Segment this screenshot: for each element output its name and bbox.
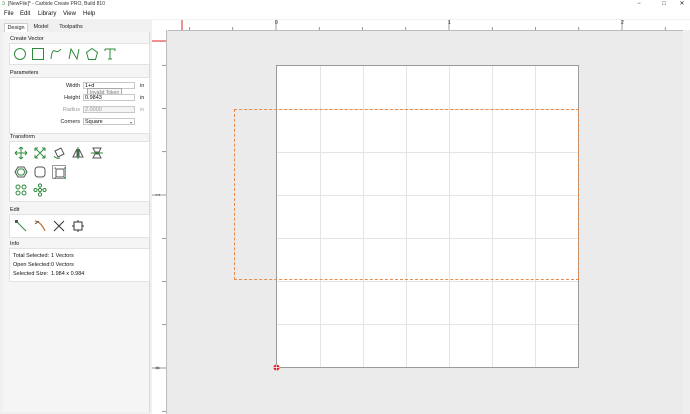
text-icon[interactable] (103, 47, 117, 61)
create-vector-label: Create Vector (10, 36, 44, 42)
left-panel: Design Model Toolpaths Create Vector Par… (0, 20, 150, 414)
radius-input: 2.0000 (83, 106, 135, 113)
horizontal-ruler: 0 1 2 (168, 20, 690, 31)
canvas-scrollbar[interactable] (683, 30, 690, 414)
info-label: Info (10, 241, 20, 247)
ruler-corner (152, 20, 168, 30)
transform-group-extra (9, 181, 150, 202)
menu-view[interactable]: View (63, 10, 76, 18)
grid-line (277, 281, 578, 282)
mirror-icon[interactable] (71, 146, 85, 160)
selected-size-label: Selected Size: (13, 271, 49, 277)
ruler-label-v-0: 0 (155, 366, 162, 370)
app-logo-icon: ↄ (2, 1, 5, 7)
chevron-down-icon: ▾ (129, 120, 132, 125)
close-button[interactable]: ✕ (675, 0, 689, 9)
open-selected-label: Open Selected: (13, 262, 51, 268)
corners-label: Corners (60, 119, 80, 125)
parameters-label: Parameters (10, 70, 39, 76)
width-label: Width (65, 83, 80, 89)
parameters-group: Width 1+d in Invalid Token Height 0.9843… (9, 77, 150, 134)
menu-bar: File Edit Library View Help (0, 9, 690, 19)
radius-unit: in (140, 107, 145, 113)
title-bar: ↄ [NewFile]* - Carbide Create PRO, Build… (0, 0, 690, 9)
minimize-button[interactable]: − (632, 0, 646, 9)
vertical-ruler: 1 0 (152, 30, 167, 414)
create-vector-group (9, 43, 150, 65)
move-icon[interactable] (14, 146, 28, 160)
maximize-button[interactable]: □ (657, 0, 671, 9)
info-open-selected: Open Selected: 0 Vectors (13, 262, 74, 268)
radius-label: Radius (62, 107, 80, 113)
ruler-label-v-1: 1 (155, 193, 162, 197)
menu-edit[interactable]: Edit (20, 10, 30, 18)
design-canvas[interactable]: 0 1 2 1 0 (152, 20, 690, 414)
circular-array-icon[interactable] (33, 183, 47, 197)
node-edit-icon[interactable] (14, 219, 28, 233)
curve-icon[interactable] (49, 47, 63, 61)
origin-marker-icon (273, 364, 280, 371)
tab-model[interactable]: Model (30, 23, 52, 32)
offset-icon[interactable] (14, 165, 28, 179)
menu-help[interactable]: Help (83, 10, 95, 18)
ruler-label-h-0: 0 (275, 20, 278, 26)
edit-group (9, 214, 150, 238)
linear-array-icon[interactable] (14, 183, 28, 197)
align-icon[interactable] (90, 146, 104, 160)
menu-file[interactable]: File (4, 10, 14, 18)
selected-size-value: 1.984 x 0.984 (51, 271, 85, 277)
trim-icon[interactable] (33, 219, 47, 233)
total-selected-value: 1 Vectors (51, 253, 74, 259)
transform-group (9, 141, 150, 183)
height-label: Height (64, 95, 80, 101)
corners-select-value: Square (85, 119, 103, 125)
scale-icon[interactable] (33, 146, 47, 160)
fillet-icon[interactable] (33, 165, 47, 179)
circle-icon[interactable] (13, 47, 27, 61)
menu-library[interactable]: Library (38, 10, 56, 18)
transform-label: Transform (10, 134, 35, 140)
rotate-icon[interactable] (52, 146, 66, 160)
rectangle-icon[interactable] (31, 47, 45, 61)
ruler-label-h-1: 1 (448, 20, 451, 26)
open-selected-value: 0 Vectors (51, 262, 74, 268)
total-selected-label: Total Selected: (13, 253, 50, 259)
join-icon[interactable] (71, 219, 85, 233)
horizontal-ruler-ticks (181, 20, 666, 30)
cut-icon[interactable] (52, 219, 66, 233)
info-selected-size: Selected Size: 1.984 x 0.984 (13, 271, 84, 277)
vertical-ruler-ticks (152, 40, 166, 412)
corners-select[interactable]: Square ▾ (83, 118, 135, 125)
selected-vector-rectangle[interactable] (234, 109, 579, 280)
tab-toolpaths[interactable]: Toolpaths (56, 23, 86, 32)
grid-line (277, 324, 578, 325)
window-title: [NewFile]* - Carbide Create PRO, Build 8… (8, 1, 105, 7)
ruler-label-h-2: 2 (621, 20, 624, 26)
boundary-icon[interactable] (52, 165, 66, 179)
polygon-icon[interactable] (85, 47, 99, 61)
width-unit: in (140, 83, 145, 89)
height-unit: in (140, 95, 145, 101)
edit-label: Edit (10, 207, 20, 213)
height-input[interactable]: 0.9843 (83, 94, 135, 101)
design-panel: Create Vector Parameters Width 1+d in In… (3, 32, 150, 412)
polyline-icon[interactable] (67, 47, 81, 61)
info-total-selected: Total Selected: 1 Vectors (13, 253, 74, 259)
